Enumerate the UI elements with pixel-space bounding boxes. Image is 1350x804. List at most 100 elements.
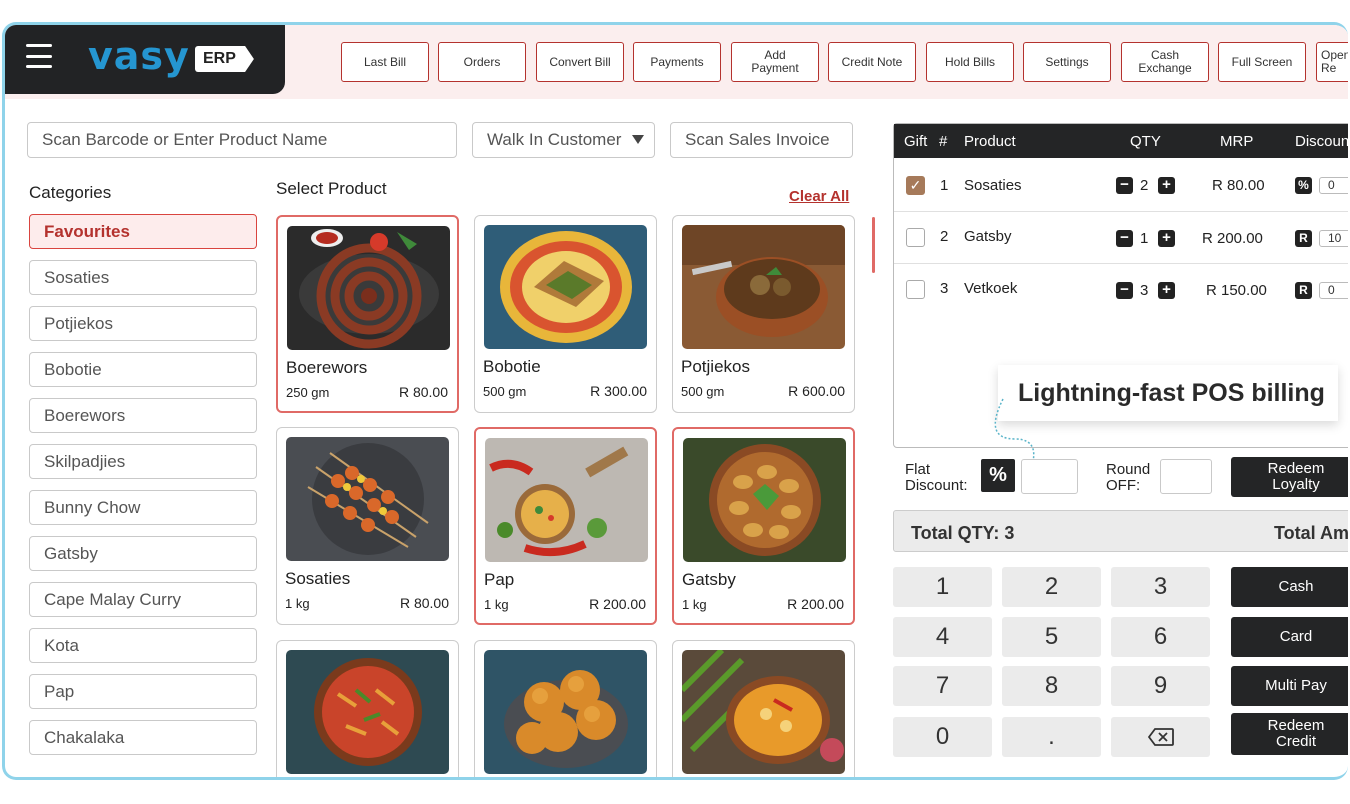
qty-plus-button[interactable]: + — [1158, 177, 1175, 194]
settings-button[interactable]: Settings — [1023, 42, 1111, 82]
gift-checkbox[interactable] — [906, 280, 925, 299]
product-card[interactable] — [474, 640, 657, 777]
round-off-input[interactable] — [1160, 459, 1212, 494]
row-number: 1 — [940, 177, 949, 194]
row-number: 3 — [940, 280, 949, 297]
discount-input[interactable]: 0 — [1319, 177, 1348, 194]
qty-minus-button[interactable]: − — [1116, 282, 1133, 299]
keypad-0[interactable]: 0 — [893, 717, 992, 757]
product-name: Potjiekos — [681, 357, 750, 376]
open-register-button[interactable]: Open Re — [1316, 42, 1348, 82]
row-qty: 1 — [1140, 230, 1149, 247]
sales-invoice-input[interactable]: Scan Sales Invoice — [670, 122, 853, 158]
redeem-credit-button[interactable]: Redeem Credit — [1231, 713, 1348, 755]
category-bunny-chow[interactable]: Bunny Chow — [29, 490, 257, 525]
keypad-2[interactable]: 2 — [1002, 567, 1101, 607]
row-mrp: R 200.00 — [1202, 230, 1263, 247]
keypad-decimal[interactable]: . — [1002, 717, 1101, 757]
category-gatsby[interactable]: Gatsby — [29, 536, 257, 571]
card-button[interactable]: Card — [1231, 617, 1348, 657]
qty-minus-button[interactable]: − — [1116, 230, 1133, 247]
qty-plus-button[interactable]: + — [1158, 230, 1175, 247]
product-price: R 200.00 — [787, 596, 844, 612]
product-name: Boerewors — [286, 358, 368, 377]
product-search-input[interactable]: Scan Barcode or Enter Product Name — [27, 122, 457, 158]
qty-plus-button[interactable]: + — [1158, 282, 1175, 299]
customer-select[interactable]: Walk In Customer — [472, 122, 655, 158]
convert-bill-button[interactable]: Convert Bill — [536, 42, 624, 82]
product-weight: 1 kg — [682, 597, 707, 612]
discount-type-toggle[interactable]: % — [1295, 177, 1312, 194]
category-cape-malay-curry[interactable]: Cape Malay Curry — [29, 582, 257, 617]
pap-image — [485, 438, 648, 562]
top-toolbar: vasy ERP Last Bill Orders Convert Bill P… — [5, 25, 1348, 99]
category-favourites[interactable]: Favourites — [29, 214, 257, 249]
payments-button[interactable]: Payments — [633, 42, 721, 82]
orders-button[interactable]: Orders — [438, 42, 526, 82]
category-boerewors[interactable]: Boerewors — [29, 398, 257, 433]
hold-bills-button[interactable]: Hold Bills — [926, 42, 1014, 82]
clear-all-link[interactable]: Clear All — [789, 188, 849, 205]
gift-checkbox[interactable] — [906, 228, 925, 247]
product-card[interactable]: Boerewors 250 gm R 80.00 — [276, 215, 459, 413]
category-bobotie[interactable]: Bobotie — [29, 352, 257, 387]
keypad-7[interactable]: 7 — [893, 666, 992, 706]
redeem-loyalty-button[interactable]: Redeem Loyalty — [1231, 457, 1348, 497]
product-name: Pap — [484, 570, 515, 589]
qty-minus-button[interactable]: − — [1116, 177, 1133, 194]
cart-row[interactable]: 3 Vetkoek − 3 + R 150.00 R 0 — [894, 264, 1348, 316]
keypad-8[interactable]: 8 — [1002, 666, 1101, 706]
hamburger-menu-icon[interactable] — [26, 44, 52, 68]
keypad-3[interactable]: 3 — [1111, 567, 1210, 607]
product-card[interactable] — [276, 640, 459, 777]
flat-discount-input[interactable] — [1021, 459, 1078, 494]
scrollbar[interactable] — [872, 217, 875, 273]
percent-toggle-button[interactable]: % — [981, 459, 1015, 492]
category-skilpadjies[interactable]: Skilpadjies — [29, 444, 257, 479]
flat-discount-label: Flat Discount: — [905, 461, 968, 494]
sosaties-image — [286, 437, 449, 561]
totals-bar: Total QTY: 3 Total Amo — [893, 510, 1348, 552]
discount-type-toggle[interactable]: R — [1295, 282, 1312, 299]
category-potjiekos[interactable]: Potjiekos — [29, 306, 257, 341]
category-pap[interactable]: Pap — [29, 674, 257, 709]
discount-type-toggle[interactable]: R — [1295, 230, 1312, 247]
logo-badge: ERP — [195, 46, 254, 72]
product-card[interactable]: Bobotie 500 gm R 300.00 — [474, 215, 657, 413]
product-price: R 300.00 — [590, 383, 647, 399]
full-screen-button[interactable]: Full Screen — [1218, 42, 1306, 82]
discount-input[interactable]: 10 — [1319, 230, 1348, 247]
category-chakalaka[interactable]: Chakalaka — [29, 720, 257, 755]
add-payment-button[interactable]: Add Payment — [731, 42, 819, 82]
multi-pay-button[interactable]: Multi Pay — [1231, 666, 1348, 706]
product-price: R 200.00 — [589, 596, 646, 612]
product-weight: 500 gm — [483, 384, 527, 399]
credit-note-button[interactable]: Credit Note — [828, 42, 916, 82]
keypad-4[interactable]: 4 — [893, 617, 992, 657]
last-bill-button[interactable]: Last Bill — [341, 42, 429, 82]
category-sosaties[interactable]: Sosaties — [29, 260, 257, 295]
cart-row[interactable]: 2 Gatsby − 1 + R 200.00 R 10 — [894, 212, 1348, 264]
category-kota[interactable]: Kota — [29, 628, 257, 663]
gift-checkbox[interactable]: ✓ — [906, 176, 925, 195]
keypad-1[interactable]: 1 — [893, 567, 992, 607]
keypad-5[interactable]: 5 — [1002, 617, 1101, 657]
chakalaka-image — [286, 650, 449, 774]
keypad-6[interactable]: 6 — [1111, 617, 1210, 657]
cash-button[interactable]: Cash — [1231, 567, 1348, 607]
product-card[interactable]: Potjiekos 500 gm R 600.00 — [672, 215, 855, 413]
product-card[interactable] — [672, 640, 855, 777]
product-card[interactable]: Pap 1 kg R 200.00 — [474, 427, 657, 625]
cart-row[interactable]: ✓ 1 Sosaties − 2 + R 80.00 % 0 — [894, 160, 1348, 212]
app-window: vasy ERP Last Bill Orders Convert Bill P… — [2, 22, 1348, 780]
keypad-9[interactable]: 9 — [1111, 666, 1210, 706]
row-product: Vetkoek — [964, 280, 1018, 297]
product-card[interactable]: Gatsby 1 kg R 200.00 — [672, 427, 855, 625]
select-product-title: Select Product — [276, 179, 387, 198]
col-discount: Discount — [1295, 133, 1348, 150]
product-card[interactable]: Sosaties 1 kg R 80.00 — [276, 427, 459, 625]
keypad-backspace[interactable] — [1111, 717, 1210, 757]
discount-input[interactable]: 0 — [1319, 282, 1348, 299]
total-amount: Total Amo — [1274, 523, 1348, 543]
cash-exchange-button[interactable]: Cash Exchange — [1121, 42, 1209, 82]
